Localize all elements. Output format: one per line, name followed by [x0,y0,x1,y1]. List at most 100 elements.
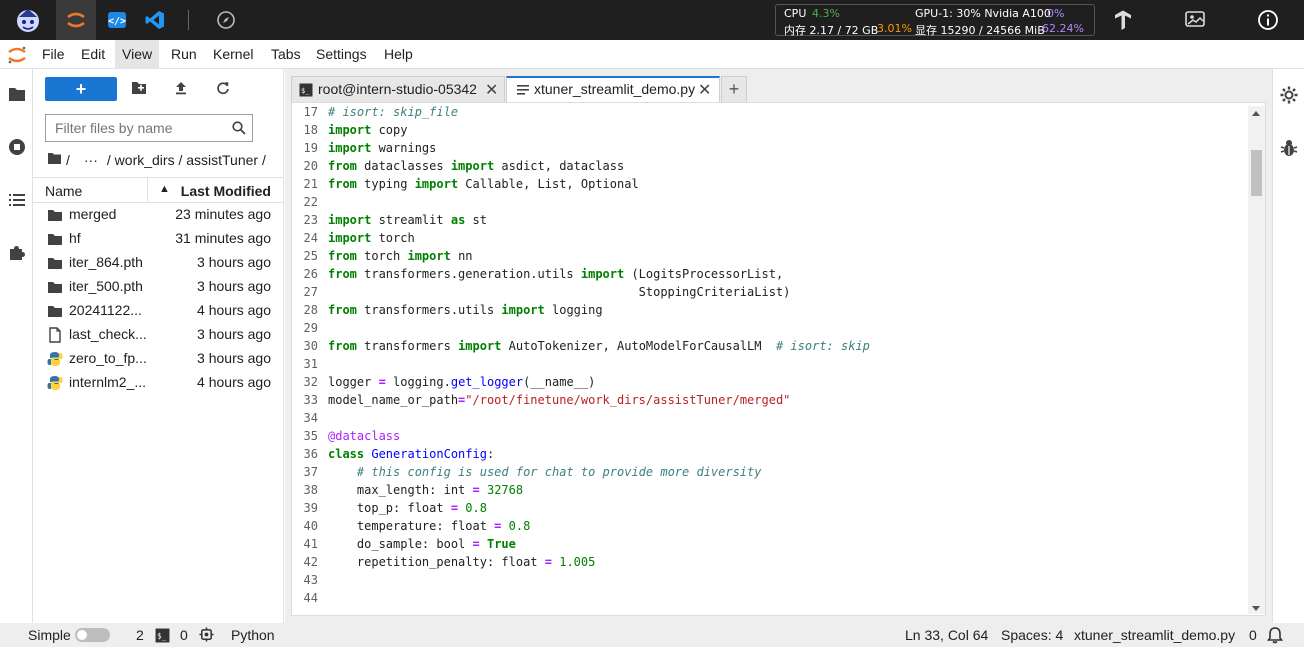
intern-logo-icon[interactable] [6,0,50,40]
terminal-count[interactable]: 2 [136,627,144,643]
new-folder-button[interactable] [125,77,153,101]
jupyter-logo-icon[interactable] [6,44,28,66]
kernel-gear-icon[interactable] [199,627,214,645]
menu-file[interactable]: File [35,40,72,69]
code-editor-icon[interactable]: </> [97,0,137,40]
code-line[interactable]: 27 StoppingCriteriaList) [292,283,1242,301]
code-text: # this config is used for chat to provid… [356,465,762,479]
code-line[interactable]: 28 from transformers.utils import logging [292,301,1242,319]
breadcrumb-path[interactable]: / work_dirs / assistTuner / [107,152,266,168]
line-number: 42 [303,555,318,569]
tensorflow-icon[interactable] [1103,0,1143,40]
file-row-last-checkpoint[interactable]: last_check... 3 hours ago [33,323,284,347]
code-line[interactable]: 30 from transformers import AutoTokenizer… [292,337,1242,355]
filter-files-input[interactable] [46,115,226,141]
tab-terminal[interactable]: $_ root@intern-studio-05342 ✕ [291,76,505,102]
vscode-icon[interactable] [135,0,175,40]
file-row-20241122[interactable]: 20241122... 4 hours ago [33,299,284,323]
code-line[interactable]: 21 from typing import Callable, List, Opt… [292,175,1242,193]
table-of-contents-tab[interactable] [0,183,33,219]
code-line[interactable]: 35 @dataclass [292,427,1242,445]
code-line[interactable]: 39 top_p: float = 0.8 [292,499,1242,517]
file-row-iter-500[interactable]: iter_500.pth 3 hours ago [33,275,284,299]
home-folder-icon[interactable] [47,152,62,168]
file-row-merged[interactable]: merged 23 minutes ago [33,203,284,227]
file-row-iter-864[interactable]: iter_864.pth 3 hours ago [33,251,284,275]
code-line[interactable]: 40 temperature: float = 0.8 [292,517,1242,535]
running-kernels-tab[interactable] [0,130,33,166]
line-number: 28 [303,303,318,317]
column-last-modified[interactable]: Last Modified [181,183,271,199]
tab-close-icon[interactable]: ✕ [485,80,498,100]
code-line[interactable]: 41 do_sample: bool = True [292,535,1242,553]
file-row-internlm2[interactable]: internlm2_... 4 hours ago [33,371,284,395]
scrollbar-thumb[interactable] [1251,150,1262,196]
code-line[interactable]: 38 max_length: int = 32768 [292,481,1242,499]
upload-button[interactable] [167,77,195,101]
code-line[interactable]: 23 import streamlit as st [292,211,1242,229]
compass-icon[interactable] [206,0,246,40]
file-row-hf[interactable]: hf 31 minutes ago [33,227,284,251]
breadcrumb-ellipsis[interactable]: ··· [84,152,98,168]
cursor-position[interactable]: Ln 33, Col 64 [905,627,988,643]
code-line[interactable]: 26 from transformers.generation.utils imp… [292,265,1242,283]
add-tab-button[interactable]: + [721,76,747,102]
image-monitor-icon[interactable] [1175,0,1215,40]
code-line[interactable]: 17 # isort: skip_file [292,103,1242,121]
code-line[interactable]: 31 [292,355,1242,373]
tab-xtuner-streamlit-demo[interactable]: xtuner_streamlit_demo.py ✕ [506,76,720,103]
file-name: internlm2_... [69,374,147,390]
editor-scrollbar[interactable] [1248,106,1265,614]
code-line[interactable]: 29 [292,319,1242,337]
indent-setting[interactable]: Spaces: 4 [1001,627,1063,643]
menu-tabs[interactable]: Tabs [264,40,308,69]
code-line[interactable]: 33 model_name_or_path="/root/finetune/wor… [292,391,1242,409]
tab-close-icon[interactable]: ✕ [698,80,711,100]
column-divider[interactable] [147,178,148,202]
code-line[interactable]: 44 [292,589,1242,607]
code-text: import copy [328,123,408,137]
terminal-icon[interactable]: $_ [155,628,170,646]
line-number: 26 [303,267,318,281]
kernel-count[interactable]: 0 [180,627,188,643]
code-editor[interactable]: 17 # isort: skip_file 18 import copy 19 impor… [291,102,1266,616]
code-line[interactable]: 25 from torch import nn [292,247,1242,265]
refresh-button[interactable] [209,77,237,101]
language-label[interactable]: Python [231,627,275,643]
jupyter-app-icon[interactable] [56,0,96,40]
menu-run[interactable]: Run [164,40,204,69]
file-browser-tab[interactable] [0,77,33,113]
code-line[interactable]: 32 logger = logging.get_logger(__name__) [292,373,1242,391]
menu-edit[interactable]: Edit [74,40,112,69]
column-name[interactable]: Name [45,183,82,199]
scroll-up-icon[interactable] [1252,111,1260,116]
menu-kernel[interactable]: Kernel [206,40,260,69]
property-inspector-icon[interactable] [1279,85,1299,108]
code-line[interactable]: 19 import warnings [292,139,1242,157]
menu-settings[interactable]: Settings [309,40,374,69]
code-line[interactable]: 37 # this config is used for chat to pro… [292,463,1242,481]
code-line[interactable]: 22 [292,193,1242,211]
menu-view[interactable]: View [115,40,160,69]
scroll-down-icon[interactable] [1252,606,1260,611]
simple-mode-toggle[interactable] [75,628,110,642]
code-text: StoppingCriteriaList) [328,285,791,299]
breadcrumb-root[interactable]: / [66,152,70,168]
bell-icon[interactable] [1266,626,1284,647]
code-line[interactable]: 18 import copy [292,121,1242,139]
code-line[interactable]: 24 import torch [292,229,1242,247]
file-row-zero-to-fp[interactable]: zero_to_fp... 3 hours ago [33,347,284,371]
code-line[interactable]: 20 from dataclasses import asdict, datacl… [292,157,1242,175]
code-line[interactable]: 34 [292,409,1242,427]
code-line[interactable]: 43 [292,571,1242,589]
notification-count[interactable]: 0 [1249,627,1257,643]
code-line[interactable]: 36 class GenerationConfig: [292,445,1242,463]
right-sidebar-tabs [1272,69,1304,623]
code-line[interactable]: 42 repetition_penalty: float = 1.005 [292,553,1242,571]
extensions-tab[interactable] [0,236,33,272]
info-icon[interactable] [1248,0,1288,40]
debugger-bug-icon[interactable] [1280,138,1298,161]
line-number: 41 [303,537,318,551]
menu-help[interactable]: Help [377,40,420,69]
new-launcher-button[interactable]: + [45,77,117,101]
